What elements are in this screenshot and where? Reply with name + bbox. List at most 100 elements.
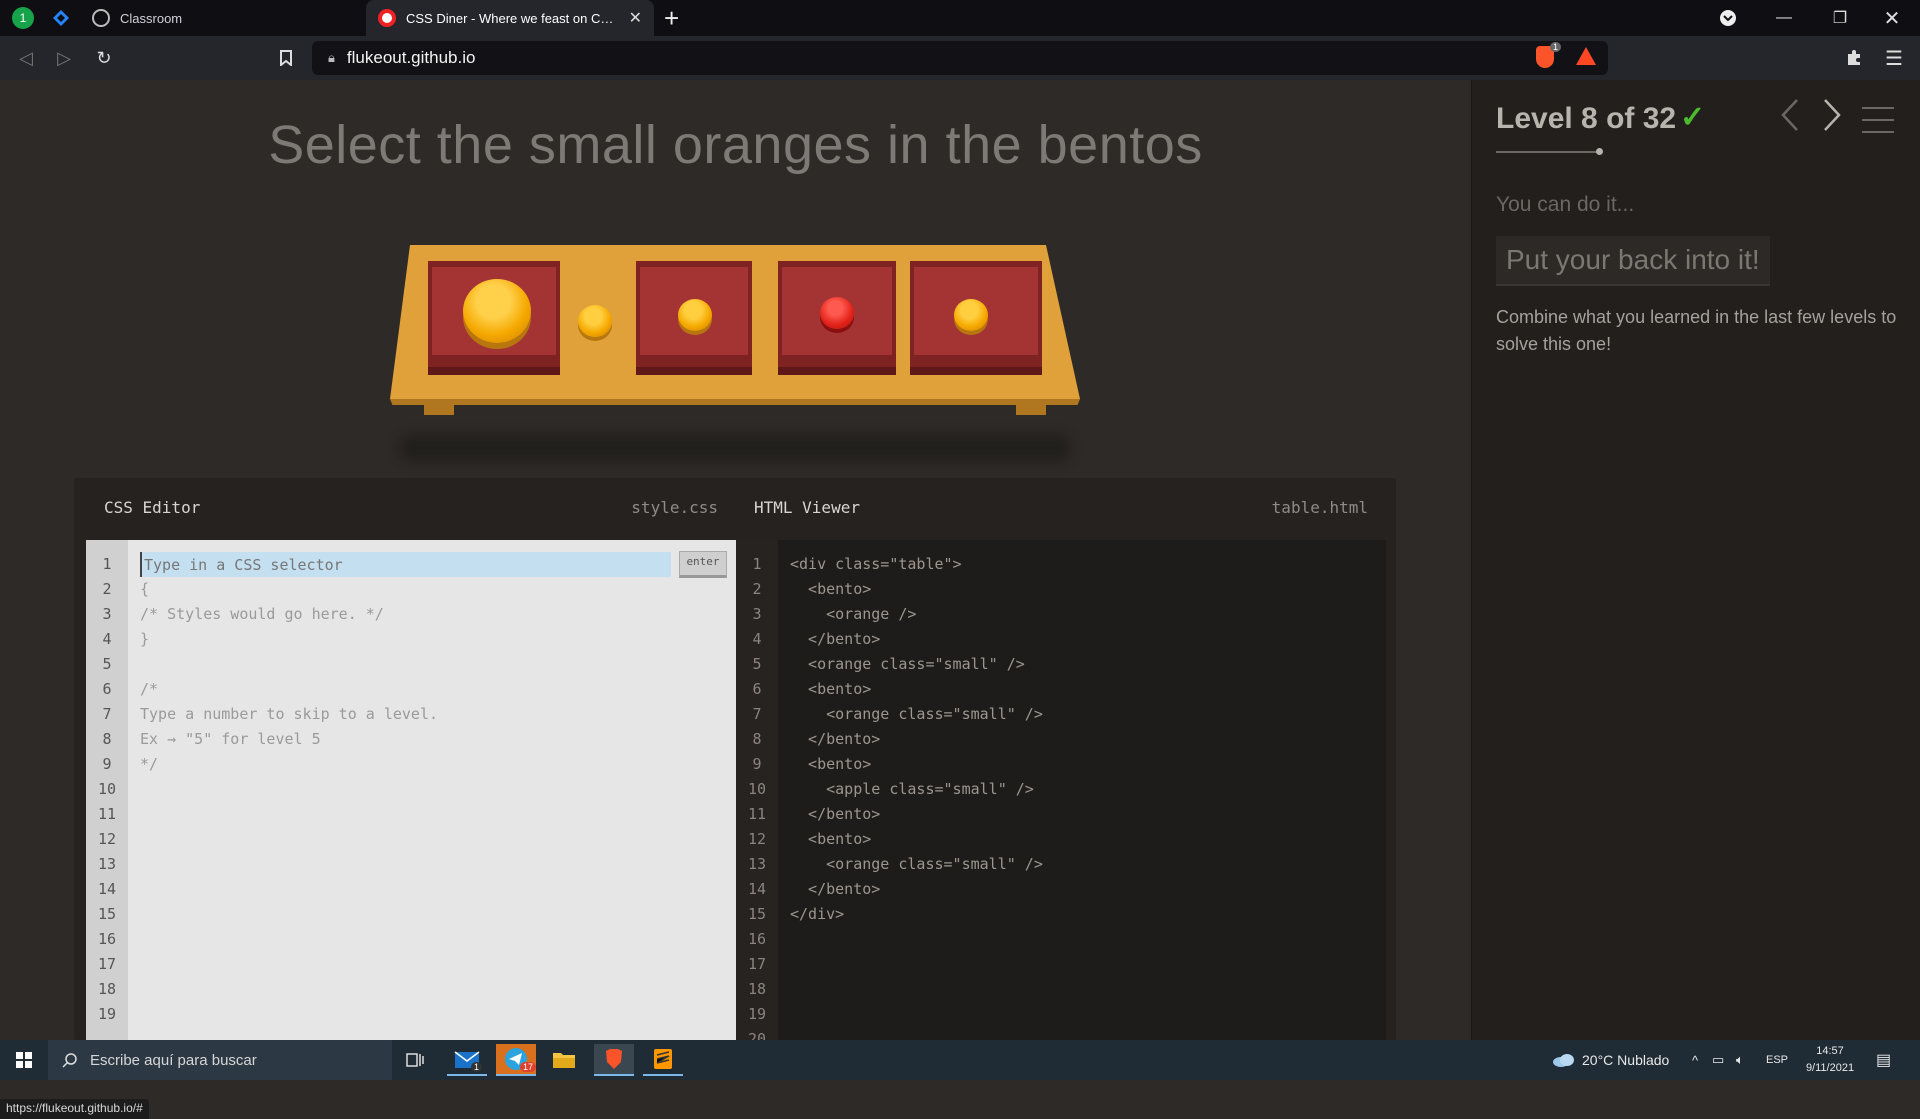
bento[interactable] <box>910 261 1042 375</box>
line-number: 13 <box>747 855 767 873</box>
line-number: 3 <box>102 605 112 623</box>
line-number: 3 <box>752 605 762 623</box>
tray-chevron-up-icon[interactable]: ^ <box>1692 1040 1698 1080</box>
css-selector-input[interactable] <box>140 552 671 577</box>
level-instruction: Select the small oranges in the bentos <box>268 115 1203 175</box>
extensions-button[interactable] <box>1840 44 1868 72</box>
level-menu-icon[interactable] <box>1862 107 1894 143</box>
sublime-text-icon <box>654 1049 672 1069</box>
page-content: Select the small oranges in the bentos C… <box>0 80 1920 1119</box>
selector-title: Put your back into it! <box>1496 236 1770 286</box>
mail-badge: 1 <box>471 1062 483 1072</box>
line-number: 13 <box>97 855 117 873</box>
css-file-name: style.css <box>631 497 718 517</box>
clock[interactable]: 14:57 9/11/2021 <box>1790 1043 1870 1077</box>
code-line: */ <box>140 755 159 773</box>
css-editor-title: CSS Editor <box>104 497 201 517</box>
line-number: 20 <box>747 1030 767 1040</box>
taskbar-search[interactable]: Escribe aquí para buscar <box>48 1040 392 1080</box>
html-viewer-title: HTML Viewer <box>754 497 860 517</box>
line-number: 18 <box>97 980 117 998</box>
restore-button[interactable]: ❐ <box>1812 0 1868 36</box>
bento[interactable] <box>778 261 896 375</box>
level-progress-bar <box>1496 151 1602 153</box>
tab-classroom[interactable]: Classroom <box>80 0 362 36</box>
small-orange[interactable] <box>578 305 612 337</box>
line-number: 19 <box>97 1005 117 1023</box>
small-orange[interactable] <box>954 299 988 331</box>
css-diner-favicon-icon <box>378 9 396 27</box>
line-number: 15 <box>97 905 117 923</box>
code-line: <bento> <box>790 580 872 598</box>
notifications-icon[interactable]: ▤ <box>1876 1040 1891 1080</box>
line-number: 6 <box>102 680 112 698</box>
code-line: <bento> <box>790 830 872 848</box>
line-number: 10 <box>747 780 767 798</box>
code-line: <bento> <box>790 680 872 698</box>
tab-bar: 1 Classroom CSS Diner - Where we feast o… <box>0 0 1920 36</box>
whatsapp-pinned-tab[interactable]: 1 <box>12 7 34 29</box>
tab-css-diner[interactable]: CSS Diner - Where we feast on CSS Select… <box>366 0 654 36</box>
line-number: 9 <box>752 755 762 773</box>
line-number: 9 <box>102 755 112 773</box>
selector-name: You can do it... <box>1496 193 1635 216</box>
small-apple[interactable] <box>820 297 854 329</box>
language-indicator[interactable]: ESP <box>1766 1040 1788 1080</box>
file-explorer-app[interactable] <box>544 1044 584 1076</box>
orange[interactable] <box>463 279 531 343</box>
html-line-numbers: 1 2 3 4 5 6 7 8 9 10 11 12 13 14 15 16 17 18 19 20 <box>736 540 778 1040</box>
checkmark-icon: ✓ <box>1680 101 1706 134</box>
brave-app[interactable] <box>594 1044 634 1076</box>
task-view-icon <box>406 1053 424 1067</box>
enter-button[interactable]: enter <box>679 551 727 578</box>
new-tab-button[interactable]: + <box>664 4 679 32</box>
line-number: 8 <box>102 730 112 748</box>
bookmark-button[interactable] <box>272 44 300 72</box>
brave-rewards-icon[interactable] <box>1576 47 1596 65</box>
tab-label: CSS Diner - Where we feast on CSS Select… <box>406 10 619 26</box>
browser-menu-button[interactable]: ☰ <box>1880 44 1908 72</box>
next-level-button[interactable] <box>1822 98 1842 140</box>
bento[interactable] <box>428 261 560 375</box>
code-line: Type a number to skip to a level. <box>140 705 439 723</box>
volume-icon[interactable]: 🔈︎ <box>1736 1040 1744 1080</box>
reload-button[interactable]: ↻ <box>90 44 118 72</box>
shield-count-badge: 1 <box>1550 42 1562 52</box>
close-icon[interactable]: ✕ <box>629 8 642 28</box>
start-button[interactable] <box>0 1040 48 1080</box>
forward-button[interactable]: ▷ <box>50 44 78 72</box>
line-number: 12 <box>97 830 117 848</box>
brave-icon <box>606 1049 622 1069</box>
sublime-text-app[interactable] <box>643 1044 683 1076</box>
jira-pinned-tab[interactable] <box>50 7 72 29</box>
window-close-button[interactable]: ✕ <box>1864 0 1920 36</box>
back-button[interactable]: ◁ <box>12 44 40 72</box>
line-number: 11 <box>747 805 767 823</box>
previous-level-button[interactable] <box>1780 98 1800 140</box>
profile-dropdown-button[interactable] <box>1700 0 1756 36</box>
search-placeholder: Escribe aquí para buscar <box>90 1051 257 1069</box>
clock-date: 9/11/2021 <box>1805 1062 1855 1074</box>
small-orange[interactable] <box>678 299 712 331</box>
address-bar[interactable]: 🔒︎ flukeout.github.io <box>312 41 1608 75</box>
minimize-button[interactable]: — <box>1756 0 1812 36</box>
line-number: 12 <box>747 830 767 848</box>
task-view-button[interactable] <box>395 1044 435 1076</box>
line-number: 7 <box>752 705 762 723</box>
telegram-app[interactable]: 17 <box>496 1044 537 1076</box>
lock-icon: 🔒︎ <box>328 50 335 65</box>
navigation-bar: ◁ ▷ ↻ 🔒︎ flukeout.github.io 1 ☰ <box>0 36 1920 80</box>
code-line: </bento> <box>790 880 881 898</box>
code-line: <bento> <box>790 755 872 773</box>
chevron-right-icon <box>1824 99 1841 131</box>
cloud-icon <box>1553 1054 1574 1067</box>
code-line: <orange class="small" /> <box>790 655 1025 673</box>
line-number: 4 <box>102 630 112 648</box>
battery-icon[interactable]: ▭ <box>1712 1040 1724 1080</box>
bento[interactable] <box>636 261 752 375</box>
weather-widget[interactable]: 20°C Nublado <box>1552 1040 1669 1080</box>
editor-container: CSS Editor style.css HTML Viewer table.h… <box>74 478 1396 1040</box>
code-line: <orange class="small" /> <box>790 855 1043 873</box>
telegram-badge: 17 <box>520 1062 537 1072</box>
mail-app[interactable]: 1 <box>447 1044 487 1076</box>
